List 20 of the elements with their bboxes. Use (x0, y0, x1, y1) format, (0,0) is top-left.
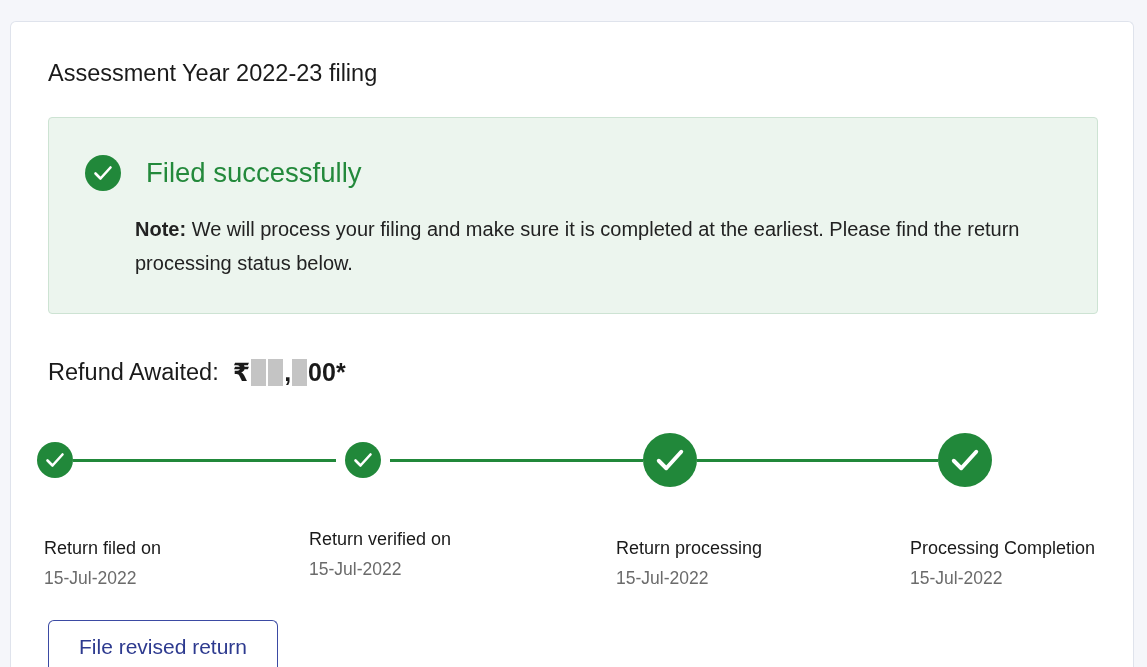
redaction-icon (251, 358, 267, 386)
amount-text: , (284, 357, 292, 387)
success-check-icon (85, 155, 121, 191)
redaction-icon (292, 358, 308, 386)
step-label: Return processing (616, 537, 764, 560)
step-label: Return filed on (44, 537, 163, 560)
refund-label: Refund Awaited: (48, 358, 219, 387)
amount-text: 00* (308, 357, 346, 387)
redaction-icon (268, 358, 284, 386)
step-label: Processing Completion (910, 537, 1097, 560)
card-title: Assessment Year 2022-23 filing (48, 59, 379, 87)
step-date: 15-Jul-2022 (44, 567, 138, 590)
step-date: 15-Jul-2022 (616, 567, 710, 590)
amount-text: ₹ (232, 357, 251, 387)
step-date: 15-Jul-2022 (309, 558, 403, 581)
step-label: Return verified on (309, 528, 453, 551)
note-text: Note: We will process your filing and make sure it is completed at the earliest. Please find the return processing status below. (135, 217, 1021, 276)
status-heading: Filed successfully (146, 157, 362, 189)
file-revised-return-button[interactable]: File revised return (48, 620, 278, 667)
step-date: 15-Jul-2022 (910, 567, 1004, 590)
